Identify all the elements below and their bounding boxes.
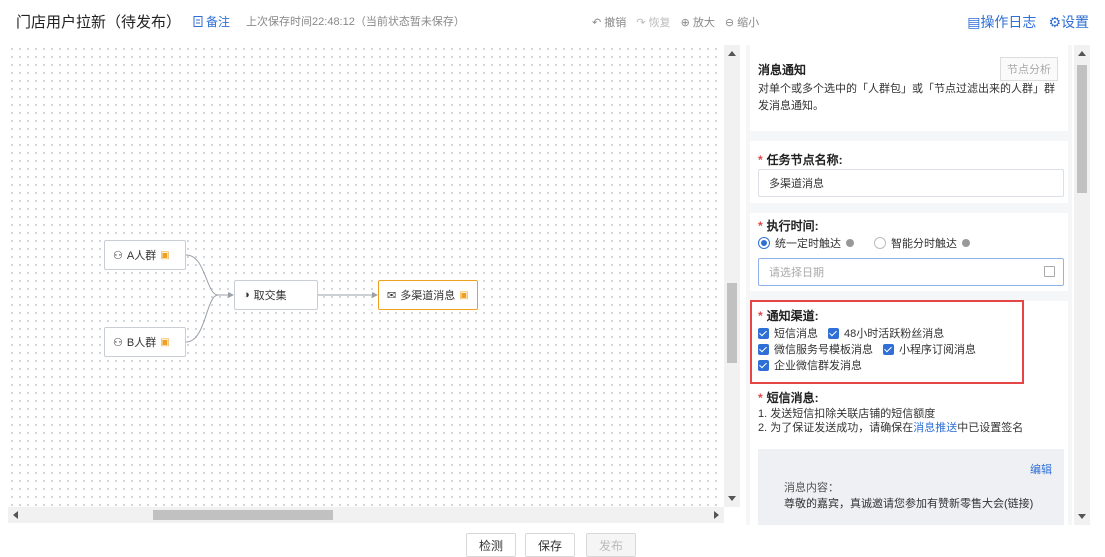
node-multichannel-message[interactable]: ✉ 多渠道消息 ▣ [378,280,478,310]
note-button[interactable]: 备注 [193,13,230,30]
intersect-icon: ◑ [243,289,250,301]
channel-row-2: 微信服务号模板消息 小程序订阅消息 [758,341,976,357]
sms-rules: 1. 发送短信扣除关联店铺的短信额度 2. 为了保证发送成功，请确保在消息推送中… [758,407,1023,435]
scroll-thumb[interactable] [1077,65,1087,193]
node-config-panel: 消息通知 节点分析 对单个或多个选中的「人群包」或「节点过滤出来的人群」群发消息… [746,45,1072,525]
canvas-horizontal-scrollbar[interactable] [8,507,724,523]
node-tag-icon: ▣ [459,289,469,301]
save-button[interactable]: 保存 [525,533,576,557]
log-icon: ▤ [967,14,981,30]
node-tag-icon: ▣ [160,249,170,261]
channel-row-1: 短信消息 48小时活跃粉丝消息 [758,325,944,341]
zoom-out-button[interactable]: ⊖ 缩小 [725,14,759,30]
gear-icon: ⚙ [1048,14,1061,30]
note-icon [193,15,203,27]
radio-smart-time[interactable]: 智能分时触达 [874,235,970,251]
checkbox-wecom[interactable]: 企业微信群发消息 [758,357,862,373]
scroll-down-icon[interactable] [1078,514,1086,519]
sms-label: * 短信消息: [758,391,819,405]
zoom-in-button[interactable]: ⊕ 放大 [681,14,715,30]
flow-connectors [185,254,378,343]
checkbox-wx-template[interactable]: 微信服务号模板消息 [758,341,873,357]
node-crowd-b[interactable]: ⚇ B人群 ▣ [104,327,186,357]
node-analysis-button[interactable]: 节点分析 [1000,57,1058,81]
node-crowd-a[interactable]: ⚇ A人群 ▣ [104,240,186,270]
panel-heading: 消息通知 [758,63,807,77]
scroll-right-icon[interactable] [714,511,719,519]
crowd-icon: ⚇ [113,336,123,349]
operation-log-button[interactable]: ▤操作日志 [967,12,1036,32]
note-label: 备注 [206,14,231,29]
canvas-toolbar: ↶ 撤销 ↷ 恢复 ⊕ 放大 ⊖ 缩小 [592,14,759,30]
redo-button[interactable]: ↷ 恢复 [636,14,670,30]
scroll-left-icon[interactable] [13,511,18,519]
node-label: B人群 [126,337,157,349]
task-name-label: * 任务节点名称: [758,153,843,167]
sms-rule-2: 2. 为了保证发送成功，请确保在消息推送中已设置签名 [758,422,1024,434]
undo-button[interactable]: ↶ 撤销 [592,14,626,30]
scroll-up-icon[interactable] [1078,51,1086,56]
top-right-actions: ▤操作日志 ⚙设置 [967,12,1089,32]
radio-fixed-time[interactable]: 统一定时触达 [758,235,854,251]
top-bar: 门店用户拉新（待发布） 备注 上次保存时间22:48:12（当前状态暂未保存） [0,0,1105,42]
check-button[interactable]: 检测 [466,533,517,557]
node-label: 取交集 [253,290,287,302]
flow-canvas[interactable]: ⚇ A人群 ▣ ⚇ B人群 ▣ ◑ 取交集 ✉ 多渠道消息 ▣ [8,45,720,507]
publish-button[interactable]: 发布 [586,533,637,557]
save-status: 上次保存时间22:48:12（当前状态暂未保存） [246,16,465,28]
panel-description: 对单个或多个选中的「人群包」或「节点过滤出来的人群」群发消息通知。 [758,83,1055,112]
settings-button[interactable]: ⚙设置 [1048,12,1089,32]
help-icon[interactable] [846,239,854,247]
scroll-down-icon[interactable] [728,496,736,501]
date-picker-input[interactable]: 请选择日期 [758,258,1064,286]
sms-rule-1: 1. 发送短信扣除关联店铺的短信额度 [758,408,936,420]
node-label: 多渠道消息 [400,290,456,302]
help-icon[interactable] [962,239,970,247]
canvas-vertical-scrollbar[interactable] [724,45,740,507]
node-intersect[interactable]: ◑ 取交集 [234,280,318,310]
channel-label: * 通知渠道: [758,309,819,323]
message-content-label: 消息内容： [784,482,839,494]
scroll-thumb[interactable] [153,510,333,520]
checkbox-mini-program[interactable]: 小程序订阅消息 [883,341,976,357]
exec-time-label: * 执行时间: [758,219,819,233]
scroll-up-icon[interactable] [728,51,736,56]
checkbox-sms[interactable]: 短信消息 [758,325,818,341]
exec-time-radios: 统一定时触达 智能分时触达 [758,235,970,251]
checkbox-48h-fans[interactable]: 48小时活跃粉丝消息 [828,325,944,341]
task-name-input[interactable]: 多渠道消息 [758,169,1064,197]
page-title: 门店用户拉新（待发布） [16,13,182,31]
node-label: A人群 [126,250,157,262]
channel-row-3: 企业微信群发消息 [758,357,862,373]
crowd-icon: ⚇ [113,249,123,262]
message-content-box: 编辑 消息内容： 尊敬的嘉宾，真诚邀请您参加有赞新零售大会(链接) [758,449,1064,525]
scroll-thumb[interactable] [727,283,737,363]
message-push-link[interactable]: 消息推送 [913,422,957,434]
divider [750,131,1068,141]
footer-actions: 检测 保存 发布 [0,525,1105,557]
divider [750,203,1068,213]
message-content-text: 尊敬的嘉宾，真诚邀请您参加有赞新零售大会(链接) [784,498,1034,510]
mail-icon: ✉ [387,289,397,302]
edit-link[interactable]: 编辑 [1030,461,1052,477]
calendar-icon [1044,266,1055,277]
node-tag-icon: ▣ [160,336,170,348]
panel-scrollbar[interactable] [1074,45,1090,525]
